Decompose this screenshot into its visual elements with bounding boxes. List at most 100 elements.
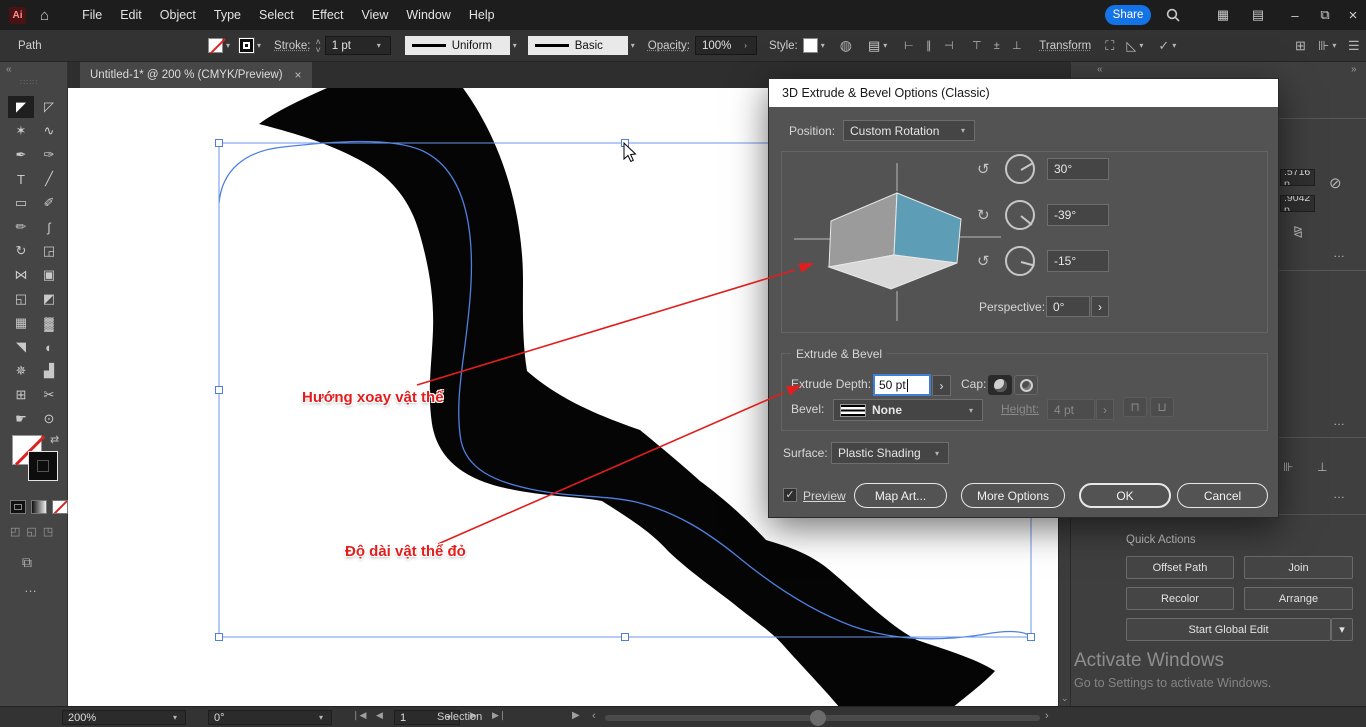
panel-menu-icon[interactable]: ☰ [1348, 38, 1360, 54]
tool-scale[interactable]: ◲ [36, 240, 62, 262]
stroke-swatch[interactable]: ▾ [239, 38, 264, 53]
map-art-button[interactable]: Map Art... [854, 483, 947, 508]
align-more-icon[interactable]: … [1333, 487, 1345, 501]
hscroll-thumb[interactable] [810, 710, 826, 726]
rotation-dropdown[interactable]: 0°▾ [208, 710, 332, 725]
document-setup-icon[interactable]: ▤▾ [868, 38, 890, 54]
perspective-chevron-icon[interactable]: › [1091, 296, 1109, 317]
rotation-dial[interactable] [1005, 246, 1035, 276]
offset-path-button[interactable]: Offset Path [1126, 556, 1234, 579]
tool-free-transform[interactable]: ▣ [36, 264, 62, 286]
tool-hand[interactable]: ☛ [8, 408, 34, 430]
width-field[interactable]: .5716 p [1280, 169, 1315, 186]
hscroll-right-icon[interactable]: › [1045, 710, 1049, 722]
tool-type[interactable]: T [8, 168, 34, 190]
height-field[interactable]: .9042 p [1280, 195, 1315, 212]
stroke-stepper[interactable]: ˄˅ [315, 38, 320, 54]
menu-item[interactable]: View [353, 0, 398, 30]
dialog-title[interactable]: 3D Extrude & Bevel Options (Classic) [769, 79, 1278, 107]
tool-gradient[interactable]: ▓ [36, 312, 62, 334]
start-global-edit-button[interactable]: Start Global Edit [1126, 618, 1331, 641]
rotation-cube-preview[interactable] [789, 159, 1009, 325]
menu-item[interactable]: Window [397, 0, 459, 30]
constrain-proportions-icon[interactable]: ⊘ [1329, 174, 1342, 192]
perspective-field[interactable]: 0° [1046, 296, 1090, 317]
tool-lasso[interactable]: ∿ [36, 120, 62, 142]
menu-item[interactable]: Type [205, 0, 250, 30]
tool-shaper[interactable]: ʃ [36, 216, 62, 238]
draw-behind-icon[interactable]: ◱ [26, 525, 36, 538]
cap-off-button[interactable] [1014, 375, 1038, 395]
tool-shape-builder[interactable]: ◱ [8, 288, 34, 310]
opacity-field[interactable]: 100%› [695, 36, 757, 55]
menu-item[interactable]: Edit [111, 0, 151, 30]
share-button[interactable]: Share [1105, 5, 1151, 25]
tab-close-icon[interactable]: × [295, 68, 302, 82]
select-similar-icon[interactable]: ◺▾ [1126, 38, 1146, 54]
opacity-label[interactable]: Opacity: [648, 40, 690, 52]
tool-width[interactable]: ⋈ [8, 264, 34, 286]
tool-blend[interactable]: ◐ [36, 336, 62, 358]
rotation-value-field[interactable]: -15° [1047, 250, 1109, 272]
prev-artboard-icon[interactable]: ◀ [376, 710, 383, 721]
hscroll-left-icon[interactable]: ‹ [592, 710, 596, 722]
change-screen-mode-icon[interactable]: ⧉ [22, 554, 32, 571]
tool-curvature[interactable]: ✑ [36, 144, 62, 166]
surface-dropdown[interactable]: Plastic Shading▾ [831, 442, 949, 464]
global-edit-options-icon[interactable]: ▾ [1331, 618, 1353, 641]
style-swatch[interactable]: ▾ [803, 38, 828, 53]
transform-more-icon[interactable]: … [1333, 246, 1345, 260]
swap-fill-stroke-icon[interactable]: ⇄ [50, 433, 59, 446]
tool-perspective-grid[interactable]: ◩ [36, 288, 62, 310]
align-left-icon[interactable]: ⊢ [900, 38, 917, 54]
dock-collapse-icon[interactable]: « [1097, 64, 1103, 75]
scroll-down-icon[interactable]: ⌄ [1061, 693, 1069, 704]
extrude-depth-input[interactable]: 50 pt [873, 374, 931, 396]
menu-item[interactable]: Effect [303, 0, 353, 30]
rotation-dial[interactable] [1005, 154, 1035, 184]
dock-expand-icon[interactable]: » [1351, 64, 1357, 75]
isolate-icon[interactable]: ⛶ [1105, 38, 1114, 54]
stroke-weight-dropdown[interactable]: 1 pt▾ [325, 36, 391, 55]
tool-pencil[interactable]: ✏ [8, 216, 34, 238]
tool-mesh[interactable]: ▦ [8, 312, 34, 334]
fill-stroke-control[interactable]: ⇄ [0, 435, 68, 485]
tool-rectangle[interactable]: ▭ [8, 192, 34, 214]
flip-vertical-icon[interactable]: ⧎ [1293, 224, 1303, 238]
home-icon[interactable]: ⌂ [40, 7, 49, 24]
tool-symbol-sprayer[interactable]: ✵ [8, 360, 34, 382]
zoom-level-dropdown[interactable]: 200%▾ [62, 710, 186, 725]
extrude-depth-chevron-icon[interactable]: › [932, 375, 951, 396]
minimize-button[interactable]: – [1280, 0, 1310, 30]
color-button[interactable] [10, 500, 26, 514]
graphic-styles-icon[interactable]: ✓▾ [1158, 38, 1179, 54]
position-dropdown[interactable]: Custom Rotation▾ [843, 120, 975, 141]
tool-slice[interactable]: ✂ [36, 384, 62, 406]
tool-pen[interactable]: ✒ [8, 144, 34, 166]
bevel-dropdown[interactable]: None ▾ [833, 399, 983, 421]
menu-item[interactable]: File [73, 0, 111, 30]
cancel-button[interactable]: Cancel [1177, 483, 1268, 508]
cap-on-button[interactable] [988, 375, 1012, 395]
search-icon[interactable] [1160, 0, 1186, 30]
draw-inside-icon[interactable]: ◳ [43, 525, 53, 538]
ok-button[interactable]: OK [1079, 483, 1171, 508]
rotation-value-field[interactable]: -39° [1047, 204, 1109, 226]
none-button[interactable] [52, 500, 68, 514]
appearance-more-icon[interactable]: … [1333, 414, 1345, 428]
align-center-icon[interactable]: ∥ [920, 38, 937, 54]
stroke-label[interactable]: Stroke: [274, 40, 310, 52]
rotation-dial[interactable] [1005, 200, 1035, 230]
tool-zoom[interactable]: ⊙ [36, 408, 62, 430]
gradient-button[interactable] [31, 500, 47, 514]
tool-column-graph[interactable]: ▟ [36, 360, 62, 382]
align-top-icon[interactable]: ⊤ [968, 38, 985, 54]
dock-panels-icon[interactable]: ⊪▾ [1318, 38, 1339, 54]
brush-definition-dropdown[interactable]: Basic [528, 36, 628, 55]
recolor-button[interactable]: Recolor [1126, 587, 1234, 610]
rotation-value-field[interactable]: 30° [1047, 158, 1109, 180]
tool-artboard[interactable]: ⊞ [8, 384, 34, 406]
align-bottom-icon[interactable]: ⊥ [1008, 38, 1025, 54]
tool-line-segment[interactable]: ╱ [36, 168, 62, 190]
toolbar-more-icon[interactable]: … [24, 580, 37, 595]
